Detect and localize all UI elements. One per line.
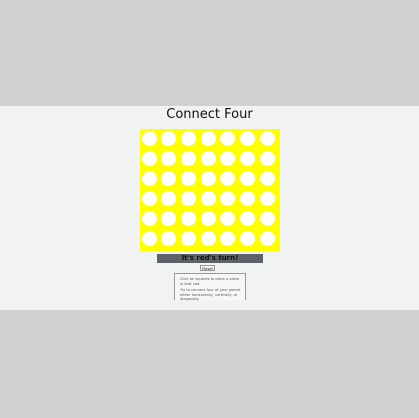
board-cell[interactable] [240,190,255,206]
board-cell[interactable] [141,150,157,166]
board-cell[interactable] [180,190,196,206]
board-cell[interactable] [259,130,275,146]
board-cell[interactable] [259,150,275,166]
instruction-line-1: Click on squares to place a piece in tha… [180,277,240,286]
board-cell[interactable] [220,210,236,226]
board-cell[interactable] [161,130,177,146]
board-cell[interactable] [220,170,236,186]
board-cell[interactable] [161,210,177,226]
board-cell[interactable] [240,230,255,246]
board-cell[interactable] [161,190,177,206]
board-cell[interactable] [141,170,157,186]
board-cell[interactable] [220,230,236,246]
board-cell[interactable] [200,130,216,146]
board-cell[interactable] [200,190,216,206]
board-cell[interactable] [259,230,275,246]
board-cell[interactable] [259,210,275,226]
reset-button[interactable]: Reset [200,265,215,271]
instruction-line-2: Try to connect four of your pieces eithe… [180,288,241,302]
board-cell[interactable] [220,130,236,146]
board-cell[interactable] [141,190,157,206]
board-cell[interactable] [180,170,196,186]
board-cell[interactable] [200,150,216,166]
board-cell[interactable] [259,190,275,206]
game-board [140,129,280,251]
turn-status: It's red's turn! [157,254,263,263]
board-cell[interactable] [141,130,157,146]
board-cell[interactable] [180,130,196,146]
board-cell[interactable] [200,210,216,226]
page-title: Connect Four [166,107,253,122]
board-cell[interactable] [259,170,275,186]
board-cell[interactable] [200,230,216,246]
board-cell[interactable] [161,170,177,186]
board-cell[interactable] [200,170,216,186]
board-cell[interactable] [180,150,196,166]
board-cell[interactable] [220,150,236,166]
board-cell[interactable] [141,230,157,246]
board-cell[interactable] [180,230,196,246]
board-cell[interactable] [161,150,177,166]
board-cell[interactable] [161,230,177,246]
board-cell[interactable] [240,210,255,226]
board-cell[interactable] [180,210,196,226]
board-cell[interactable] [220,190,236,206]
board-cell[interactable] [240,130,255,146]
board-cell[interactable] [240,150,255,166]
instructions-box: Click on squares to place a piece in tha… [174,273,246,302]
board-cell[interactable] [141,210,157,226]
board-cell[interactable] [240,170,255,186]
